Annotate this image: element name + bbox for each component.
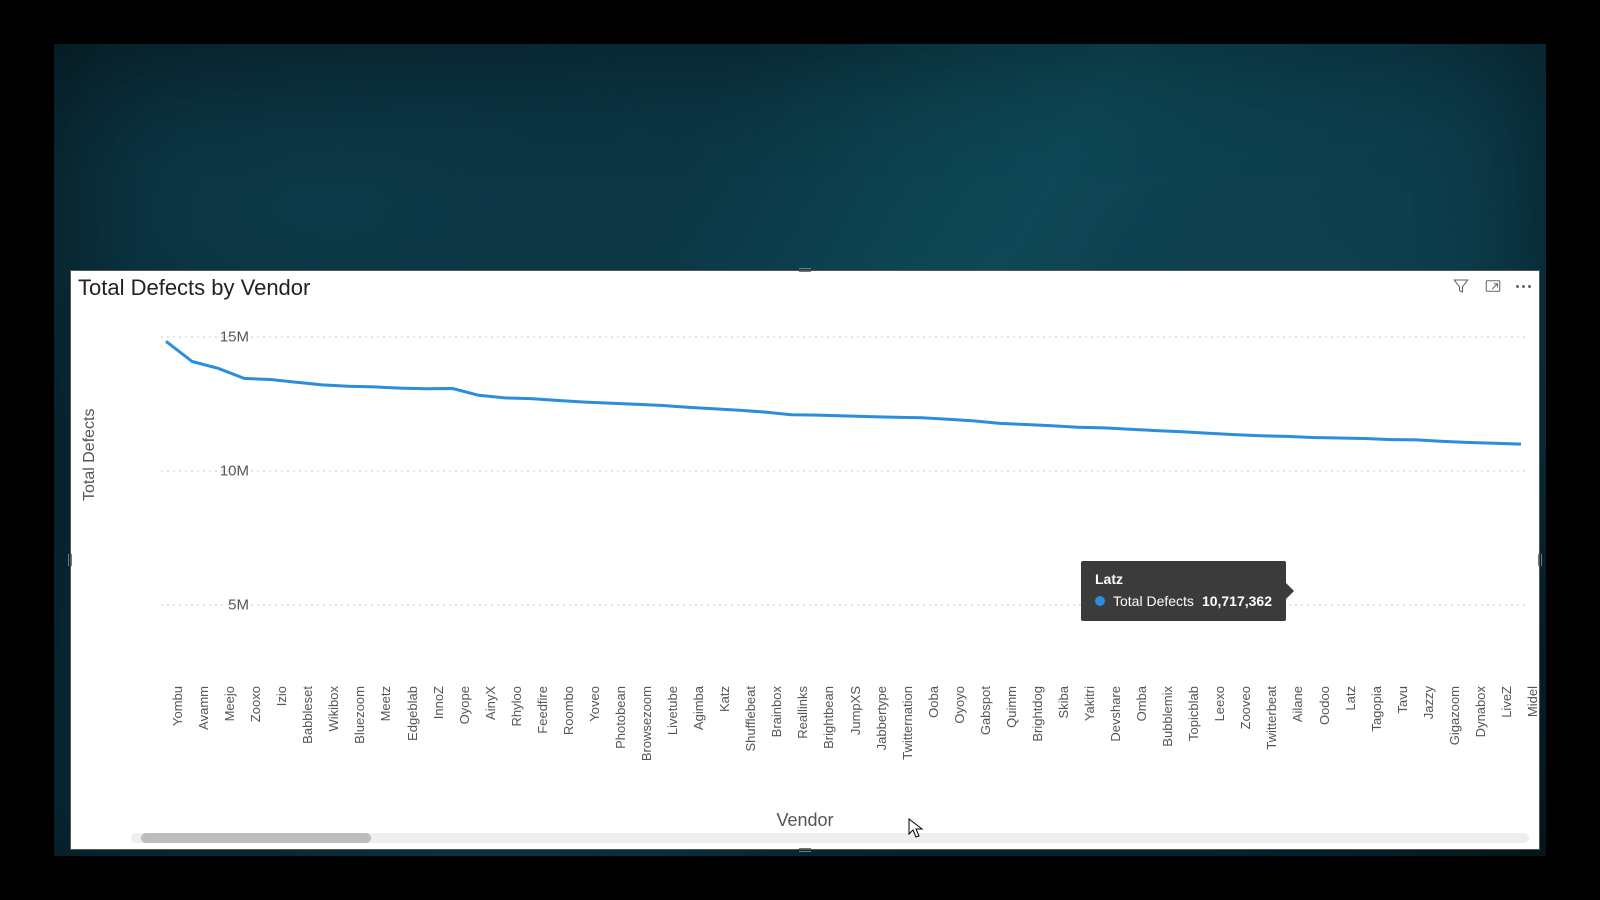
x-category: Oyope xyxy=(457,686,472,724)
x-category: Midel xyxy=(1525,686,1540,717)
x-category: LiveZ xyxy=(1499,686,1514,718)
x-category: Photobean xyxy=(613,686,628,749)
x-category: Brainbox xyxy=(769,686,784,737)
x-category: Ailane xyxy=(1290,686,1305,722)
horizontal-scrollbar[interactable] xyxy=(131,833,1529,843)
x-category: Jabbertype xyxy=(874,686,889,750)
series-line[interactable] xyxy=(166,341,1521,444)
x-category: Agimba xyxy=(691,686,706,730)
x-category: Topicblab xyxy=(1186,686,1201,741)
resize-handle-top[interactable] xyxy=(799,268,811,272)
x-category: Bluezoom xyxy=(352,686,367,744)
x-category: Gabspot xyxy=(978,686,993,735)
tooltip-value: 10,717,362 xyxy=(1202,593,1272,609)
mouse-cursor xyxy=(908,818,924,840)
x-axis-title: Vendor xyxy=(776,810,833,831)
tooltip-series-swatch xyxy=(1095,596,1105,606)
x-category: Bubblemix xyxy=(1160,686,1175,747)
x-category: Livetube xyxy=(665,686,680,735)
x-category: Gigazoom xyxy=(1447,686,1462,745)
x-category: Feedfire xyxy=(535,686,550,734)
resize-handle-bottom[interactable] xyxy=(799,848,811,852)
chart-action-bar xyxy=(1452,277,1531,295)
x-category: Browsezoom xyxy=(639,686,654,761)
x-category: Rhyloo xyxy=(509,686,524,726)
x-category: Ooba xyxy=(926,686,941,718)
filter-icon[interactable] xyxy=(1452,277,1470,295)
chart-plot[interactable] xyxy=(161,321,1526,681)
y-axis-title: Total Defects xyxy=(81,409,99,501)
x-category: Shufflebeat xyxy=(743,686,758,752)
x-category: Yoveo xyxy=(587,686,602,722)
x-category: Twitternation xyxy=(900,686,915,760)
focus-mode-icon[interactable] xyxy=(1484,277,1502,295)
tooltip-caret xyxy=(1286,583,1294,599)
x-category: Brightdog xyxy=(1030,686,1045,742)
x-category: Roombo xyxy=(561,686,576,735)
gridlines xyxy=(161,337,1526,605)
x-category: InnoZ xyxy=(431,686,446,719)
x-category: Meetz xyxy=(378,686,393,721)
x-category: Wikibox xyxy=(326,686,341,732)
x-category: Tavu xyxy=(1395,686,1410,713)
tooltip-measure-label: Total Defects xyxy=(1113,593,1194,609)
resize-handle-left[interactable] xyxy=(68,554,72,566)
chart-card[interactable]: Total Defects by Vendor Total Defects 15… xyxy=(70,270,1540,850)
x-category: Yombu xyxy=(170,686,185,726)
x-category: AinyX xyxy=(483,686,498,720)
x-category: Leexo xyxy=(1212,686,1227,721)
x-category: JumpXS xyxy=(848,686,863,735)
letterbox: Total Defects by Vendor Total Defects 15… xyxy=(0,0,1600,900)
x-category: Meejo xyxy=(222,686,237,721)
x-category: Quimm xyxy=(1004,686,1019,728)
x-category: Brightbean xyxy=(821,686,836,749)
tooltip-vendor: Latz xyxy=(1095,571,1272,587)
x-category: Latz xyxy=(1343,686,1358,711)
x-category: Omba xyxy=(1134,686,1149,721)
x-axis-labels: Yombu Avamm Meejo Zooxo Izio Babbleset Wikibox… xyxy=(161,686,1526,796)
x-category: Edgeblab xyxy=(405,686,420,741)
x-category: Tagopia xyxy=(1369,686,1384,732)
more-options-icon[interactable] xyxy=(1516,285,1531,288)
resize-handle-right[interactable] xyxy=(1538,554,1542,566)
chart-title: Total Defects by Vendor xyxy=(78,275,310,301)
x-category: Avamm xyxy=(196,686,211,730)
x-category: Oyoyo xyxy=(952,686,967,724)
x-category: Devshare xyxy=(1108,686,1123,742)
x-category: Zooxo xyxy=(248,686,263,722)
x-category: Oodoo xyxy=(1317,686,1332,725)
x-category: Katz xyxy=(717,686,732,712)
x-category: Reallinks xyxy=(795,686,810,739)
x-category: Zooveo xyxy=(1238,686,1253,729)
chart-tooltip: Latz Total Defects 10,717,362 xyxy=(1081,561,1286,621)
x-category: Dynabox xyxy=(1473,686,1488,737)
x-category: Yakitri xyxy=(1082,686,1097,721)
x-category: Twitterbeat xyxy=(1264,686,1279,750)
scrollbar-thumb[interactable] xyxy=(141,833,371,843)
x-category: Izio xyxy=(274,686,289,706)
x-category: Jazzy xyxy=(1421,686,1436,719)
x-category: Babbleset xyxy=(300,686,315,744)
x-category: Skiba xyxy=(1056,686,1071,719)
